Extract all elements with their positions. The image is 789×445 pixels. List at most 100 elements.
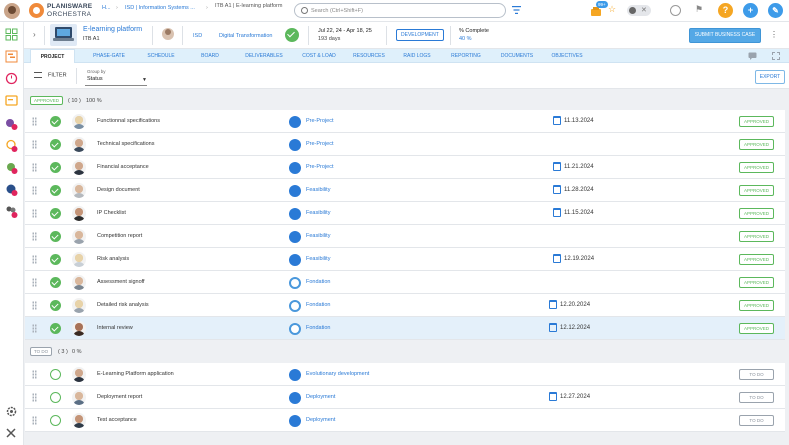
- deliverable-name[interactable]: Risk analysis: [97, 256, 129, 262]
- status-done-icon[interactable]: [50, 208, 61, 219]
- project-program[interactable]: Digital Transformation: [219, 33, 273, 39]
- table-row[interactable]: Financial acceptance Pre-Project 11.21.202…: [25, 156, 785, 179]
- deliverable-name[interactable]: Technical specifications: [97, 141, 154, 147]
- phase-link[interactable]: Fondation: [306, 325, 330, 331]
- drag-handle-icon[interactable]: [32, 370, 37, 379]
- filter-button[interactable]: FILTER: [34, 72, 67, 78]
- phase-link[interactable]: Feasibility: [306, 210, 330, 216]
- status-done-icon[interactable]: [50, 277, 61, 288]
- assignee-avatar[interactable]: [72, 137, 86, 152]
- table-row[interactable]: Detailed risk analysis Fondation 12.20.202…: [25, 294, 785, 317]
- drag-handle-icon[interactable]: [32, 255, 37, 264]
- search-input[interactable]: Search (Ctrl+Shift+F): [311, 8, 363, 14]
- flag-icon[interactable]: ⚑: [695, 4, 703, 15]
- assignee-avatar[interactable]: [72, 321, 86, 336]
- deliverable-name[interactable]: Test acceptance: [97, 417, 137, 423]
- settings-icon[interactable]: [5, 405, 18, 418]
- timer-icon[interactable]: [5, 72, 18, 85]
- tab-deliverables[interactable]: DELIVERABLES: [234, 49, 294, 63]
- gantt-icon[interactable]: [5, 50, 18, 63]
- drag-handle-icon[interactable]: [32, 163, 37, 172]
- star-icon[interactable]: ☆: [608, 4, 616, 15]
- table-row[interactable]: Design document Feasibility 11.28.2024 APPR…: [25, 179, 785, 202]
- deliverable-name[interactable]: Financial acceptance: [97, 164, 149, 170]
- tab-reporting[interactable]: REPORTING: [442, 49, 490, 63]
- tab-raid-logs[interactable]: RAID LOGS: [394, 49, 440, 63]
- table-row[interactable]: Assessment signoff Fondation APPROVED: [25, 271, 785, 294]
- deliverable-name[interactable]: IP Checklist: [97, 210, 126, 216]
- project-owner-avatar[interactable]: [162, 28, 174, 40]
- comment-icon[interactable]: [748, 52, 757, 60]
- drag-handle-icon[interactable]: [32, 278, 37, 287]
- assignee-avatar[interactable]: [72, 298, 86, 313]
- tab-board[interactable]: BOARD: [190, 49, 230, 63]
- tab-resources[interactable]: RESOURCES: [344, 49, 394, 63]
- drag-handle-icon[interactable]: [32, 140, 37, 149]
- dashboard-icon[interactable]: [5, 28, 18, 41]
- search-filter-icon[interactable]: [512, 6, 521, 14]
- table-row[interactable]: Risk analysis Feasibility 12.19.2024 APPROV…: [25, 248, 785, 271]
- deliverable-name[interactable]: Detailed risk analysis: [97, 302, 149, 308]
- status-done-icon[interactable]: [50, 185, 61, 196]
- folder-icon[interactable]: [5, 94, 18, 107]
- assignee-avatar[interactable]: [72, 413, 86, 428]
- deliverable-name[interactable]: Design document: [97, 187, 140, 193]
- tab-phase-gate[interactable]: PHASE-GATE: [84, 49, 134, 63]
- portfolio-icon[interactable]: [5, 183, 18, 196]
- status-done-icon[interactable]: [50, 116, 61, 127]
- phase-link[interactable]: Feasibility: [306, 187, 330, 193]
- status-done-icon[interactable]: [50, 300, 61, 311]
- breadcrumb-home[interactable]: H...: [102, 5, 111, 11]
- drag-handle-icon[interactable]: [32, 209, 37, 218]
- status-done-icon[interactable]: [50, 162, 61, 173]
- tab-cost-load[interactable]: COST & LOAD: [292, 49, 346, 63]
- tab-documents[interactable]: DOCUMENTS: [492, 49, 542, 63]
- table-row[interactable]: IP Checklist Feasibility 11.15.2024 APPROVE…: [25, 202, 785, 225]
- table-row[interactable]: E-Learning Platform application Evolution…: [25, 363, 785, 386]
- phase-link[interactable]: Evolutionary development: [306, 371, 369, 377]
- status-open-icon[interactable]: [50, 415, 61, 426]
- phase-link[interactable]: Fondation: [306, 302, 330, 308]
- deliverable-name[interactable]: Deployment report: [97, 394, 142, 400]
- assignee-avatar[interactable]: [72, 229, 86, 244]
- status-done-icon[interactable]: [50, 323, 61, 334]
- submit-business-case-button[interactable]: SUBMIT BUSINESS CASE: [689, 28, 761, 43]
- add-icon[interactable]: +: [743, 3, 758, 18]
- resources-icon[interactable]: [5, 205, 18, 218]
- status-open-icon[interactable]: [50, 392, 61, 403]
- export-button[interactable]: EXPORT: [755, 70, 785, 84]
- drag-handle-icon[interactable]: [32, 232, 37, 241]
- status-done-icon[interactable]: [50, 231, 61, 242]
- breadcrumb-isd[interactable]: ISD | Information Systems ...: [125, 5, 195, 11]
- drag-handle-icon[interactable]: [32, 416, 37, 425]
- assignee-avatar[interactable]: [72, 390, 86, 405]
- deliverable-name[interactable]: Competition report: [97, 233, 142, 239]
- drag-handle-icon[interactable]: [32, 301, 37, 310]
- phase-link[interactable]: Feasibility: [306, 233, 330, 239]
- table-row[interactable]: Test acceptance Deployment TO DO: [25, 409, 785, 432]
- drag-handle-icon[interactable]: [32, 393, 37, 402]
- status-open-icon[interactable]: [50, 369, 61, 380]
- status-done-icon[interactable]: [50, 254, 61, 265]
- table-row[interactable]: Internal review Fondation 12.12.2024 APPROV…: [25, 317, 785, 340]
- deliverable-name[interactable]: Functionnal specifications: [97, 118, 160, 124]
- tab-objectives[interactable]: OBJECTIVES: [544, 49, 590, 63]
- assignee-avatar[interactable]: [72, 367, 86, 382]
- phase-link[interactable]: Pre-Project: [306, 118, 334, 124]
- tools-icon[interactable]: [5, 426, 18, 439]
- assignee-avatar[interactable]: [72, 206, 86, 221]
- drag-handle-icon[interactable]: [32, 117, 37, 126]
- assignee-avatar[interactable]: [72, 275, 86, 290]
- expand-icon[interactable]: [772, 52, 780, 60]
- projects-icon[interactable]: [5, 117, 18, 130]
- toggle-switch[interactable]: ✕: [627, 5, 651, 16]
- deliverable-name[interactable]: Assessment signoff: [97, 279, 145, 285]
- table-row[interactable]: Deployment report Deployment 12.27.2024 TO …: [25, 386, 785, 409]
- drag-handle-icon[interactable]: [32, 324, 37, 333]
- project-title[interactable]: E-learning platform: [83, 26, 142, 33]
- group-header-approved[interactable]: APPROVED ( 10 ) 100 %: [24, 92, 789, 110]
- clock-icon[interactable]: [670, 5, 681, 16]
- drag-handle-icon[interactable]: [32, 186, 37, 195]
- assignee-avatar[interactable]: [72, 114, 86, 129]
- assignee-avatar[interactable]: [72, 183, 86, 198]
